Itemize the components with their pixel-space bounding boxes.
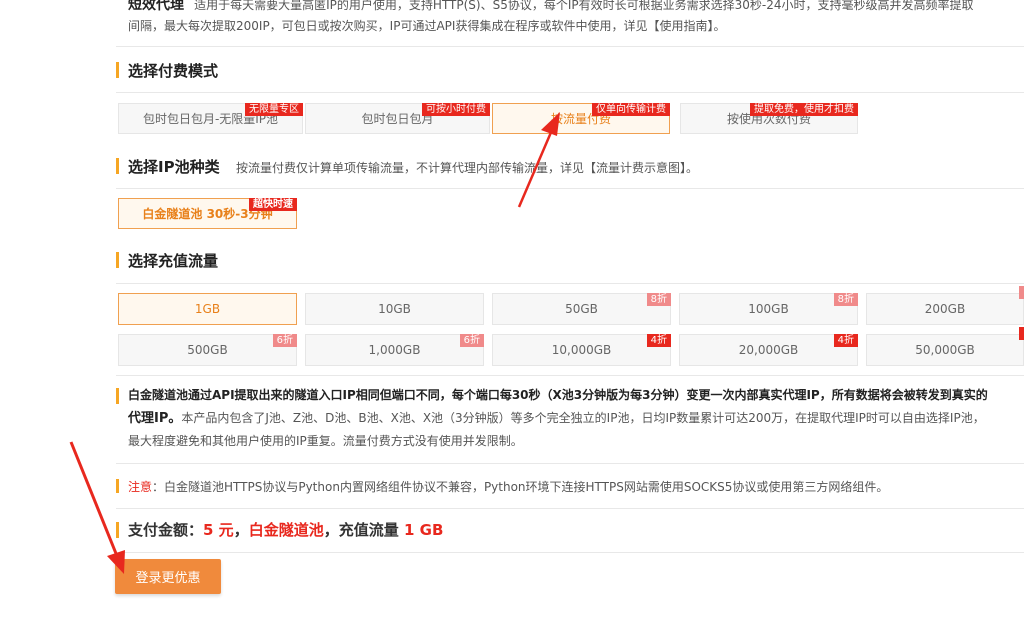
annotation-arrows bbox=[69, 112, 560, 574]
annotation-arrow-1 bbox=[517, 112, 560, 208]
annotation-arrow-2 bbox=[69, 441, 125, 574]
